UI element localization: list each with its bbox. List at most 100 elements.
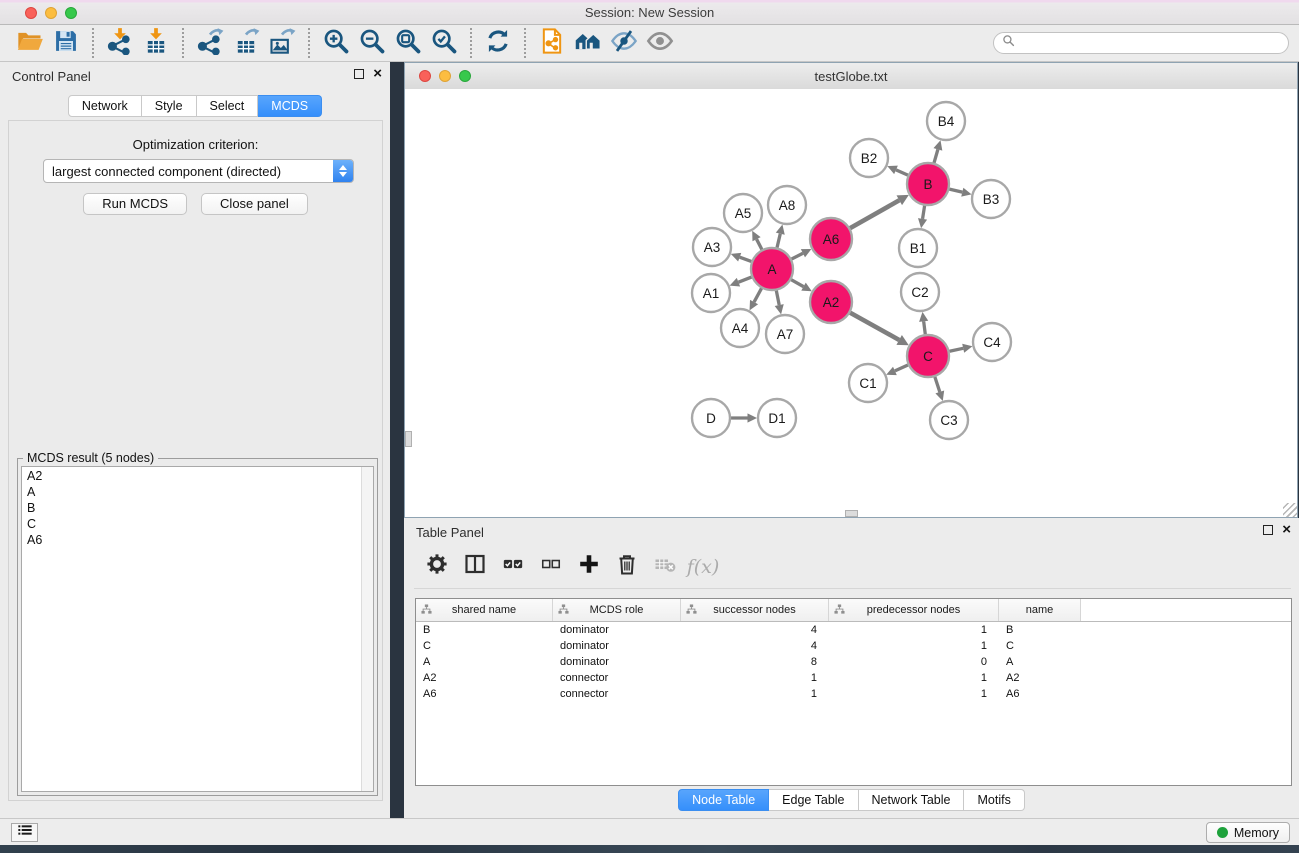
select-all-button[interactable]	[496, 550, 530, 584]
edge-A-A5[interactable]	[752, 231, 762, 250]
edge-A-A2[interactable]	[791, 280, 812, 292]
float-panel-icon[interactable]	[354, 69, 364, 79]
result-item[interactable]: A6	[22, 531, 373, 547]
result-item[interactable]: A2	[22, 467, 373, 483]
save-session-button[interactable]	[48, 27, 84, 59]
table-row[interactable]: Cdominator41C	[416, 638, 1291, 654]
open-session-button[interactable]	[12, 27, 48, 59]
tab-mcds[interactable]: MCDS	[258, 95, 322, 117]
node-B[interactable]: B	[907, 163, 949, 205]
canvas-bottom-handle[interactable]	[845, 510, 858, 517]
zoom-fit-button[interactable]	[390, 27, 426, 59]
column-header-MCDS-role[interactable]: MCDS role	[553, 599, 681, 621]
column-header-predecessor-nodes[interactable]: predecessor nodes	[829, 599, 999, 621]
edge-A-A4[interactable]	[750, 288, 762, 310]
edge-A-A1[interactable]	[730, 277, 752, 286]
mcds-result-list[interactable]: A2ABCA6	[21, 466, 374, 792]
table-row[interactable]: Adominator80A	[416, 654, 1291, 670]
network-canvas-svg[interactable]: B4 B2 B B3 A8A5 A6 A3 B1 A A1 C2 A2 A4A7 C4 C C1 C3 D D1	[405, 89, 1297, 517]
result-item[interactable]: B	[22, 499, 373, 515]
node-B1[interactable]: B1	[899, 229, 937, 267]
table-tab-node-table[interactable]: Node Table	[678, 789, 769, 811]
close-panel-button[interactable]: Close panel	[201, 193, 308, 215]
node-B2[interactable]: B2	[850, 139, 888, 177]
tab-select[interactable]: Select	[197, 95, 259, 117]
node-C1[interactable]: C1	[849, 364, 887, 402]
edge-A2-C[interactable]	[850, 313, 909, 346]
hide-selected-button[interactable]	[606, 27, 642, 59]
search-input[interactable]	[1020, 35, 1280, 51]
column-header-shared-name[interactable]: shared name	[416, 599, 553, 621]
table-tab-network-table[interactable]: Network Table	[859, 789, 965, 811]
zoom-in-button[interactable]	[318, 27, 354, 59]
zoom-selected-button[interactable]	[426, 27, 462, 59]
import-network-button[interactable]	[102, 27, 138, 59]
gear-button[interactable]	[420, 550, 454, 584]
node-D[interactable]: D	[692, 399, 730, 437]
float-table-panel-icon[interactable]	[1263, 525, 1273, 535]
tab-network[interactable]: Network	[68, 95, 142, 117]
node-C[interactable]: C	[907, 335, 949, 377]
edge-C-C3[interactable]	[935, 377, 944, 401]
column-layout-button[interactable]	[458, 550, 492, 584]
column-header-successor-nodes[interactable]: successor nodes	[681, 599, 829, 621]
node-A[interactable]: A	[751, 248, 793, 290]
zoom-out-button[interactable]	[354, 27, 390, 59]
table-row[interactable]: A6connector11A6	[416, 686, 1291, 702]
node-A7[interactable]: A7	[766, 315, 804, 353]
edge-C-C1[interactable]	[886, 365, 908, 375]
edge-A-A3[interactable]	[731, 253, 752, 262]
add-column-button[interactable]	[572, 550, 606, 584]
node-A1[interactable]: A1	[692, 274, 730, 312]
edge-B-B1[interactable]	[918, 206, 927, 229]
export-image-button[interactable]	[264, 27, 300, 59]
node-A4[interactable]: A4	[721, 309, 759, 347]
edge-B-B4[interactable]	[933, 140, 942, 163]
run-mcds-button[interactable]: Run MCDS	[83, 193, 187, 215]
node-D1[interactable]: D1	[758, 399, 796, 437]
node-B3[interactable]: B3	[972, 180, 1010, 218]
close-panel-icon[interactable]: ×	[373, 68, 382, 80]
table-tab-motifs[interactable]: Motifs	[964, 789, 1024, 811]
table-row[interactable]: Bdominator41B	[416, 622, 1291, 638]
node-B4[interactable]: B4	[927, 102, 965, 140]
edge-C-C2[interactable]	[919, 312, 928, 334]
node-C2[interactable]: C2	[901, 273, 939, 311]
search-box[interactable]	[993, 32, 1289, 54]
canvas-left-handle[interactable]	[405, 431, 412, 447]
edge-A6-B[interactable]	[850, 195, 909, 228]
edge-A-A6[interactable]	[792, 249, 812, 259]
edge-B-B2[interactable]	[887, 166, 908, 175]
close-table-panel-icon[interactable]: ×	[1282, 524, 1291, 536]
result-item[interactable]: A	[22, 483, 373, 499]
node-A5[interactable]: A5	[724, 194, 762, 232]
column-header-name[interactable]: name	[999, 599, 1081, 621]
result-item[interactable]: C	[22, 515, 373, 531]
edge-C-C4[interactable]	[949, 344, 972, 353]
tab-style[interactable]: Style	[142, 95, 197, 117]
node-table[interactable]: shared nameMCDS rolesuccessor nodesprede…	[415, 598, 1292, 786]
network-from-selection-button[interactable]	[534, 27, 570, 59]
resize-grip[interactable]	[1283, 503, 1297, 517]
result-scrollbar[interactable]	[361, 467, 373, 791]
delete-column-button[interactable]	[610, 550, 644, 584]
node-A2[interactable]: A2	[810, 281, 852, 323]
node-A6[interactable]: A6	[810, 218, 852, 260]
node-A3[interactable]: A3	[693, 228, 731, 266]
node-C3[interactable]: C3	[930, 401, 968, 439]
table-tab-edge-table[interactable]: Edge Table	[769, 789, 858, 811]
import-table-button[interactable]	[138, 27, 174, 59]
criterion-select[interactable]: largest connected component (directed)	[43, 159, 354, 183]
show-selected-button[interactable]	[642, 27, 678, 59]
deselect-all-button[interactable]	[534, 550, 568, 584]
home-button[interactable]	[570, 27, 606, 59]
export-network-button[interactable]	[192, 27, 228, 59]
refresh-button[interactable]	[480, 27, 516, 59]
edge-A-A8[interactable]	[776, 224, 785, 247]
edge-A-A7[interactable]	[775, 291, 784, 315]
node-C4[interactable]: C4	[973, 323, 1011, 361]
edge-D-D1[interactable]	[731, 413, 757, 422]
node-A8[interactable]: A8	[768, 186, 806, 224]
memory-button[interactable]: Memory	[1206, 822, 1290, 843]
export-table-button[interactable]	[228, 27, 264, 59]
